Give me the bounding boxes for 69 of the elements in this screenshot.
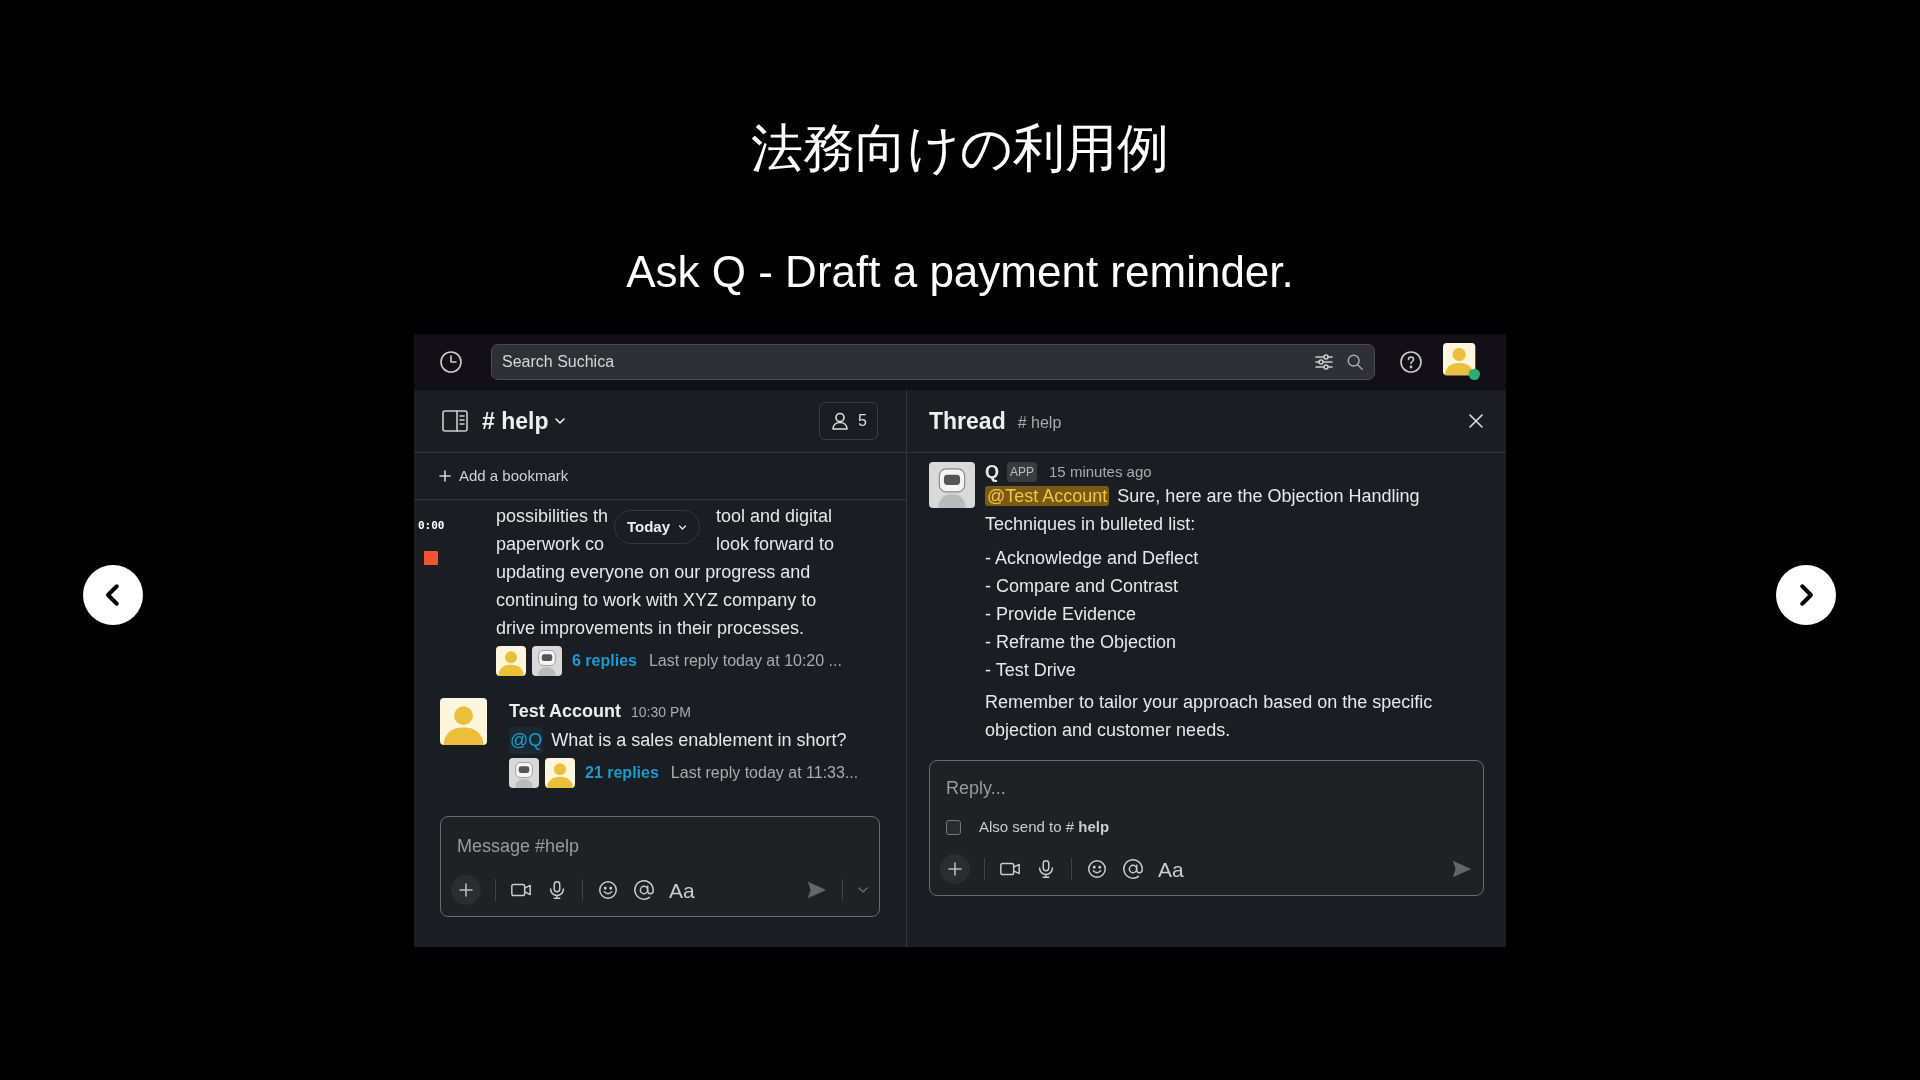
person-icon [830, 411, 851, 431]
add-bookmark-button[interactable]: Add a bookmark [439, 464, 569, 488]
channel-name-button[interactable]: # help [482, 403, 567, 439]
help-icon[interactable] [1399, 350, 1423, 374]
mention-icon[interactable] [1122, 858, 1144, 881]
reply-input[interactable]: Reply... [930, 761, 1483, 802]
close-icon[interactable] [1468, 413, 1484, 429]
message-composer[interactable]: Message #help Aa [440, 816, 880, 917]
robot-avatar-icon [509, 758, 539, 788]
plus-icon [439, 470, 451, 482]
emoji-icon[interactable] [597, 879, 619, 902]
also-send-label: Also send to # help [979, 817, 1110, 837]
slide-subtitle: Ask Q - Draft a payment reminder. [626, 250, 1294, 294]
app-badge: APP [1007, 462, 1038, 482]
next-button[interactable] [1776, 565, 1836, 625]
replies-link[interactable]: 6 replies [572, 649, 637, 673]
message-text: continuing to work with XYZ company to [496, 588, 817, 612]
message-text: @Test Account Sure, here are the Objection Handling Techniques in bulleted list: [985, 485, 1421, 536]
last-reply-text: Last reply today at 11:33... [670, 763, 859, 783]
thread-channel[interactable]: # help [1017, 411, 1062, 435]
last-reply-text: Last reply today at 10:20 ... [648, 651, 842, 671]
message-text: What is a sales enablement in short? [551, 729, 847, 752]
robot-avatar-icon [929, 462, 975, 508]
bullet-item: - Provide Evidence [985, 603, 1138, 626]
slide-title: 法務向けの利用例 [750, 122, 1170, 174]
format-button[interactable]: Aa [669, 874, 695, 906]
user-avatar-icon [545, 758, 575, 788]
message-text: updating everyone on our progress and [496, 560, 811, 584]
message-time: 15 minutes ago [1049, 462, 1152, 482]
mention-tag[interactable]: @Q [509, 727, 544, 754]
bullet-item: - Compare and Contrast [985, 575, 1180, 598]
message-text: paperwork co [496, 532, 605, 556]
replies-link[interactable]: 21 replies [585, 761, 659, 785]
format-button[interactable]: Aa [1158, 853, 1184, 885]
author-name[interactable]: Q [985, 462, 999, 482]
caret-icon [554, 415, 567, 427]
caret-icon [678, 522, 688, 532]
user-avatar-icon [496, 646, 526, 676]
recording-time: 0:00 [418, 518, 445, 534]
date-divider-button[interactable]: Today [614, 510, 701, 544]
message-text: possibilities th [496, 504, 609, 528]
robot-avatar-icon [532, 646, 562, 676]
bullet-item: - Reframe the Objection [985, 631, 1178, 654]
history-icon[interactable] [439, 350, 463, 374]
add-icon[interactable] [940, 854, 970, 885]
bullet-item: - Test Drive [985, 659, 1077, 682]
message-input[interactable]: Message #help [441, 817, 879, 860]
stop-recording-icon[interactable] [424, 550, 439, 565]
thread-title: Thread [929, 406, 1006, 436]
profile-avatar-icon[interactable] [1443, 343, 1481, 381]
user-avatar-icon [440, 698, 487, 745]
message-text: look forward to [716, 532, 835, 556]
message-text: drive improvements in their processes. [496, 616, 805, 640]
add-icon[interactable] [451, 875, 481, 906]
emoji-icon[interactable] [1086, 858, 1108, 881]
mention-icon[interactable] [633, 879, 655, 902]
search-bar[interactable]: Search Suchica [491, 344, 1375, 380]
reply-composer[interactable]: Reply... Also send to # help Aa [929, 760, 1484, 896]
members-button[interactable]: 5 [819, 402, 878, 440]
message-text: tool and digital [716, 504, 833, 528]
sidebar-toggle-icon[interactable] [442, 410, 468, 432]
filter-icon[interactable] [1314, 352, 1334, 372]
message-text: Remember to tailor your approach based on the specific objection and customer needs. [985, 691, 1434, 742]
author-name[interactable]: Test Account [509, 698, 621, 725]
message-time: 10:30 PM [631, 703, 691, 722]
also-send-checkbox[interactable] [946, 819, 961, 835]
search-icon[interactable] [1346, 353, 1364, 371]
bullet-item: - Acknowledge and Deflect [985, 547, 1200, 570]
previous-button[interactable] [83, 565, 143, 625]
